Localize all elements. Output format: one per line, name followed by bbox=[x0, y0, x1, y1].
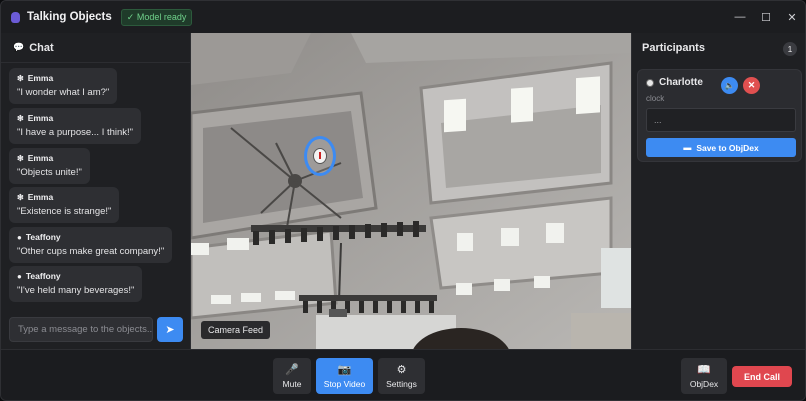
camera-image bbox=[191, 33, 631, 349]
camera-icon: 📷 bbox=[337, 364, 352, 376]
chat-message: ❇ Emma "Existence is strange!" bbox=[9, 187, 120, 223]
title-bar: Talking Objects ✓ Model ready — ☐ ✕ bbox=[1, 1, 805, 33]
stop-video-button[interactable]: 📷 Stop Video bbox=[316, 358, 373, 394]
cup-icon: ● bbox=[17, 232, 22, 242]
book-icon: 📖 bbox=[697, 364, 711, 376]
message-text: "Objects unite!" bbox=[17, 167, 82, 178]
chat-panel: 💬 Chat ❇ Emma "I wonder what I am?" ❇ Emma… bbox=[1, 33, 191, 349]
save-label: Save to ObjDex bbox=[696, 142, 759, 153]
message-text: "I've held many beverages!" bbox=[17, 285, 135, 296]
message-text: "I wonder what I am?" bbox=[17, 87, 110, 98]
sparkle-icon: ❇ bbox=[17, 73, 24, 83]
participant-transcript-field[interactable]: ... bbox=[646, 108, 796, 132]
chat-title: Chat bbox=[29, 41, 54, 54]
message-sender: Teaffony bbox=[25, 271, 61, 281]
microphone-icon: 🎤 bbox=[285, 364, 299, 376]
maximize-button[interactable]: ☐ bbox=[753, 1, 779, 33]
speaker-button[interactable]: 🔈 bbox=[721, 77, 738, 94]
chat-header: 💬 Chat bbox=[1, 33, 190, 63]
minimize-button[interactable]: — bbox=[727, 1, 753, 33]
app-window: Talking Objects ✓ Model ready — ☐ ✕ 💬 Ch… bbox=[0, 0, 806, 401]
chat-message: ❇ Emma "I wonder what I am?" bbox=[9, 68, 118, 104]
chat-message: ❇ Emma "Objects unite!" bbox=[9, 148, 90, 184]
chat-bubble-icon: 💬 bbox=[13, 42, 25, 52]
app-title: Talking Objects bbox=[27, 11, 112, 23]
message-text: "Other cups make great company!" bbox=[17, 246, 165, 257]
participants-panel: Participants 1 Charlotte clock 🔈 ✕ ... ▬… bbox=[631, 33, 805, 349]
clock-icon bbox=[646, 78, 654, 87]
stop-video-label: Stop Video bbox=[323, 379, 366, 389]
remove-participant-button[interactable]: ✕ bbox=[743, 77, 760, 94]
end-call-button[interactable]: End Call bbox=[732, 366, 792, 387]
mute-label: Mute bbox=[282, 379, 302, 389]
message-sender: Emma bbox=[27, 73, 54, 83]
mute-button[interactable]: 🎤 Mute bbox=[273, 358, 311, 394]
speaker-icon: 🔈 bbox=[724, 81, 735, 90]
chat-message-input[interactable] bbox=[9, 317, 153, 342]
participant-card: Charlotte clock 🔈 ✕ ... ▬ Save to ObjDex bbox=[637, 69, 802, 162]
close-button[interactable]: ✕ bbox=[779, 1, 805, 33]
message-sender: Emma bbox=[27, 192, 54, 202]
close-icon: ✕ bbox=[747, 80, 756, 90]
participants-header: Participants bbox=[642, 42, 705, 54]
send-button[interactable]: ➤ bbox=[157, 317, 183, 342]
message-sender: Teaffony bbox=[25, 232, 61, 242]
message-text: "I have a purpose... I think!" bbox=[17, 127, 134, 138]
camera-feed: Camera Feed bbox=[191, 33, 631, 349]
chat-message: ❇ Emma "I have a purpose... I think!" bbox=[9, 108, 142, 144]
clock-hand bbox=[319, 152, 321, 159]
sparkle-icon: ❇ bbox=[17, 113, 24, 123]
chat-message: ● Teaffony "Other cups make great company… bbox=[9, 227, 173, 263]
window-controls: — ☐ ✕ bbox=[727, 1, 805, 33]
objdex-button[interactable]: 📖 ObjDex bbox=[681, 358, 727, 394]
participant-type: clock bbox=[646, 94, 665, 103]
save-to-objdex-button[interactable]: ▬ Save to ObjDex bbox=[646, 138, 796, 157]
message-sender: Emma bbox=[27, 153, 54, 163]
settings-button[interactable]: ⚙ Settings bbox=[378, 358, 425, 394]
call-controls-bar: 🎤 Mute 📷 Stop Video ⚙ Settings 📖 ObjDex … bbox=[1, 349, 805, 400]
message-text: "Existence is strange!" bbox=[17, 206, 112, 217]
participant-name-row: Charlotte bbox=[646, 77, 703, 88]
camera-feed-label: Camera Feed bbox=[201, 321, 271, 339]
participant-name: Charlotte bbox=[659, 77, 703, 88]
message-sender: Emma bbox=[27, 113, 54, 123]
participant-count-badge: 1 bbox=[783, 42, 797, 56]
gear-icon: ⚙ bbox=[396, 364, 407, 376]
send-icon: ➤ bbox=[165, 324, 175, 336]
cup-icon: ● bbox=[17, 271, 22, 281]
sparkle-icon: ❇ bbox=[17, 192, 24, 202]
app-logo-icon bbox=[11, 11, 20, 23]
chat-input-row: ➤ bbox=[9, 317, 183, 342]
settings-label: Settings bbox=[386, 379, 417, 389]
book-icon: ▬ bbox=[683, 143, 692, 152]
sparkle-icon: ❇ bbox=[17, 153, 24, 163]
objdex-label: ObjDex bbox=[689, 379, 719, 389]
chat-message: ● Teaffony "I've held many beverages!" bbox=[9, 266, 143, 302]
model-status-badge: ✓ Model ready bbox=[120, 8, 193, 26]
detected-object-marker[interactable] bbox=[304, 136, 336, 176]
